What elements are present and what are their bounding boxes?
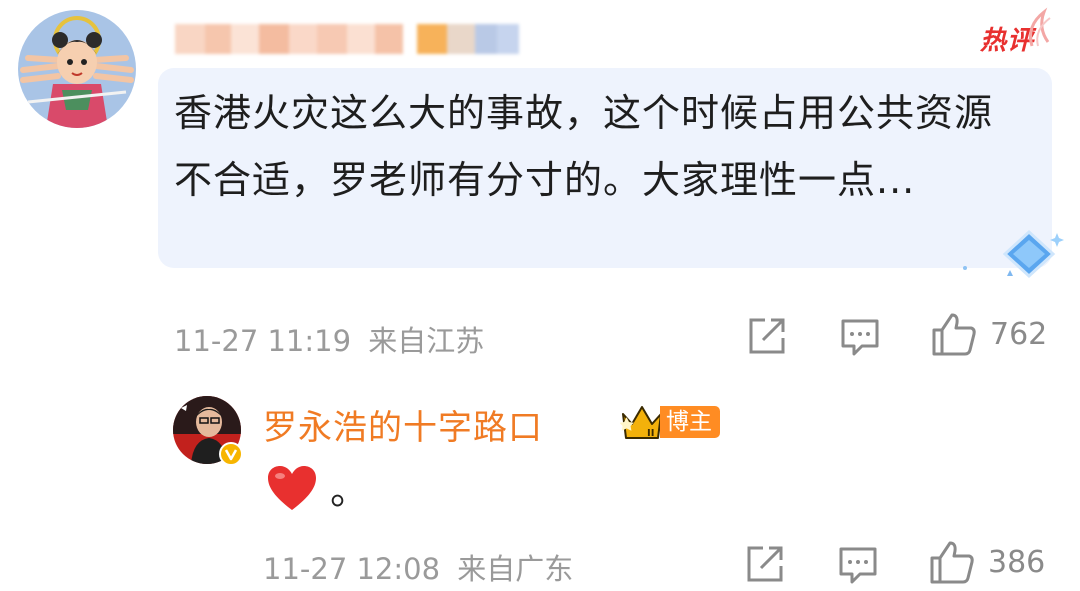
blogger-username[interactable]: 罗永浩的十字路口 [263,400,543,449]
diamond-badge-icon [963,229,1064,279]
svg-text:II: II [647,428,654,439]
comment-icon[interactable] [840,318,880,358]
blogger-badge: II 博主 [620,404,720,440]
reply-text: 。 [266,460,368,515]
heart-emoji-icon [268,466,316,510]
reply-like-count: 386 [988,545,1046,580]
comment-time: 11-27 11:19 [174,324,352,358]
reply-text-suffix: 。 [330,469,369,513]
verified-icon [219,442,243,466]
comment-text: 香港火灾这么大的事故，这个时候占用公共资源不合适，罗老师有分寸的。大家理性一点.… [174,91,994,202]
comment-icon[interactable] [838,546,878,586]
blogger-label: 博主 [660,406,720,438]
comment-timestamp: 11-27 11:19 来自江苏 [174,318,484,360]
like-icon[interactable] [929,540,975,584]
reply-time: 11-27 12:08 [263,552,441,586]
reply-location: 来自广东 [457,552,574,586]
reply-timestamp: 11-27 12:08 来自广东 [263,546,573,588]
commenter-avatar[interactable] [18,10,136,128]
comment-location: 来自江苏 [368,324,485,358]
comment-like-count: 762 [990,317,1048,352]
crown-icon: II [620,406,662,439]
like-icon[interactable] [931,312,977,356]
share-icon[interactable] [745,544,785,584]
ribbon-icon [1029,7,1051,47]
commenter-username-redacted[interactable] [175,24,519,54]
share-icon[interactable] [747,316,787,356]
